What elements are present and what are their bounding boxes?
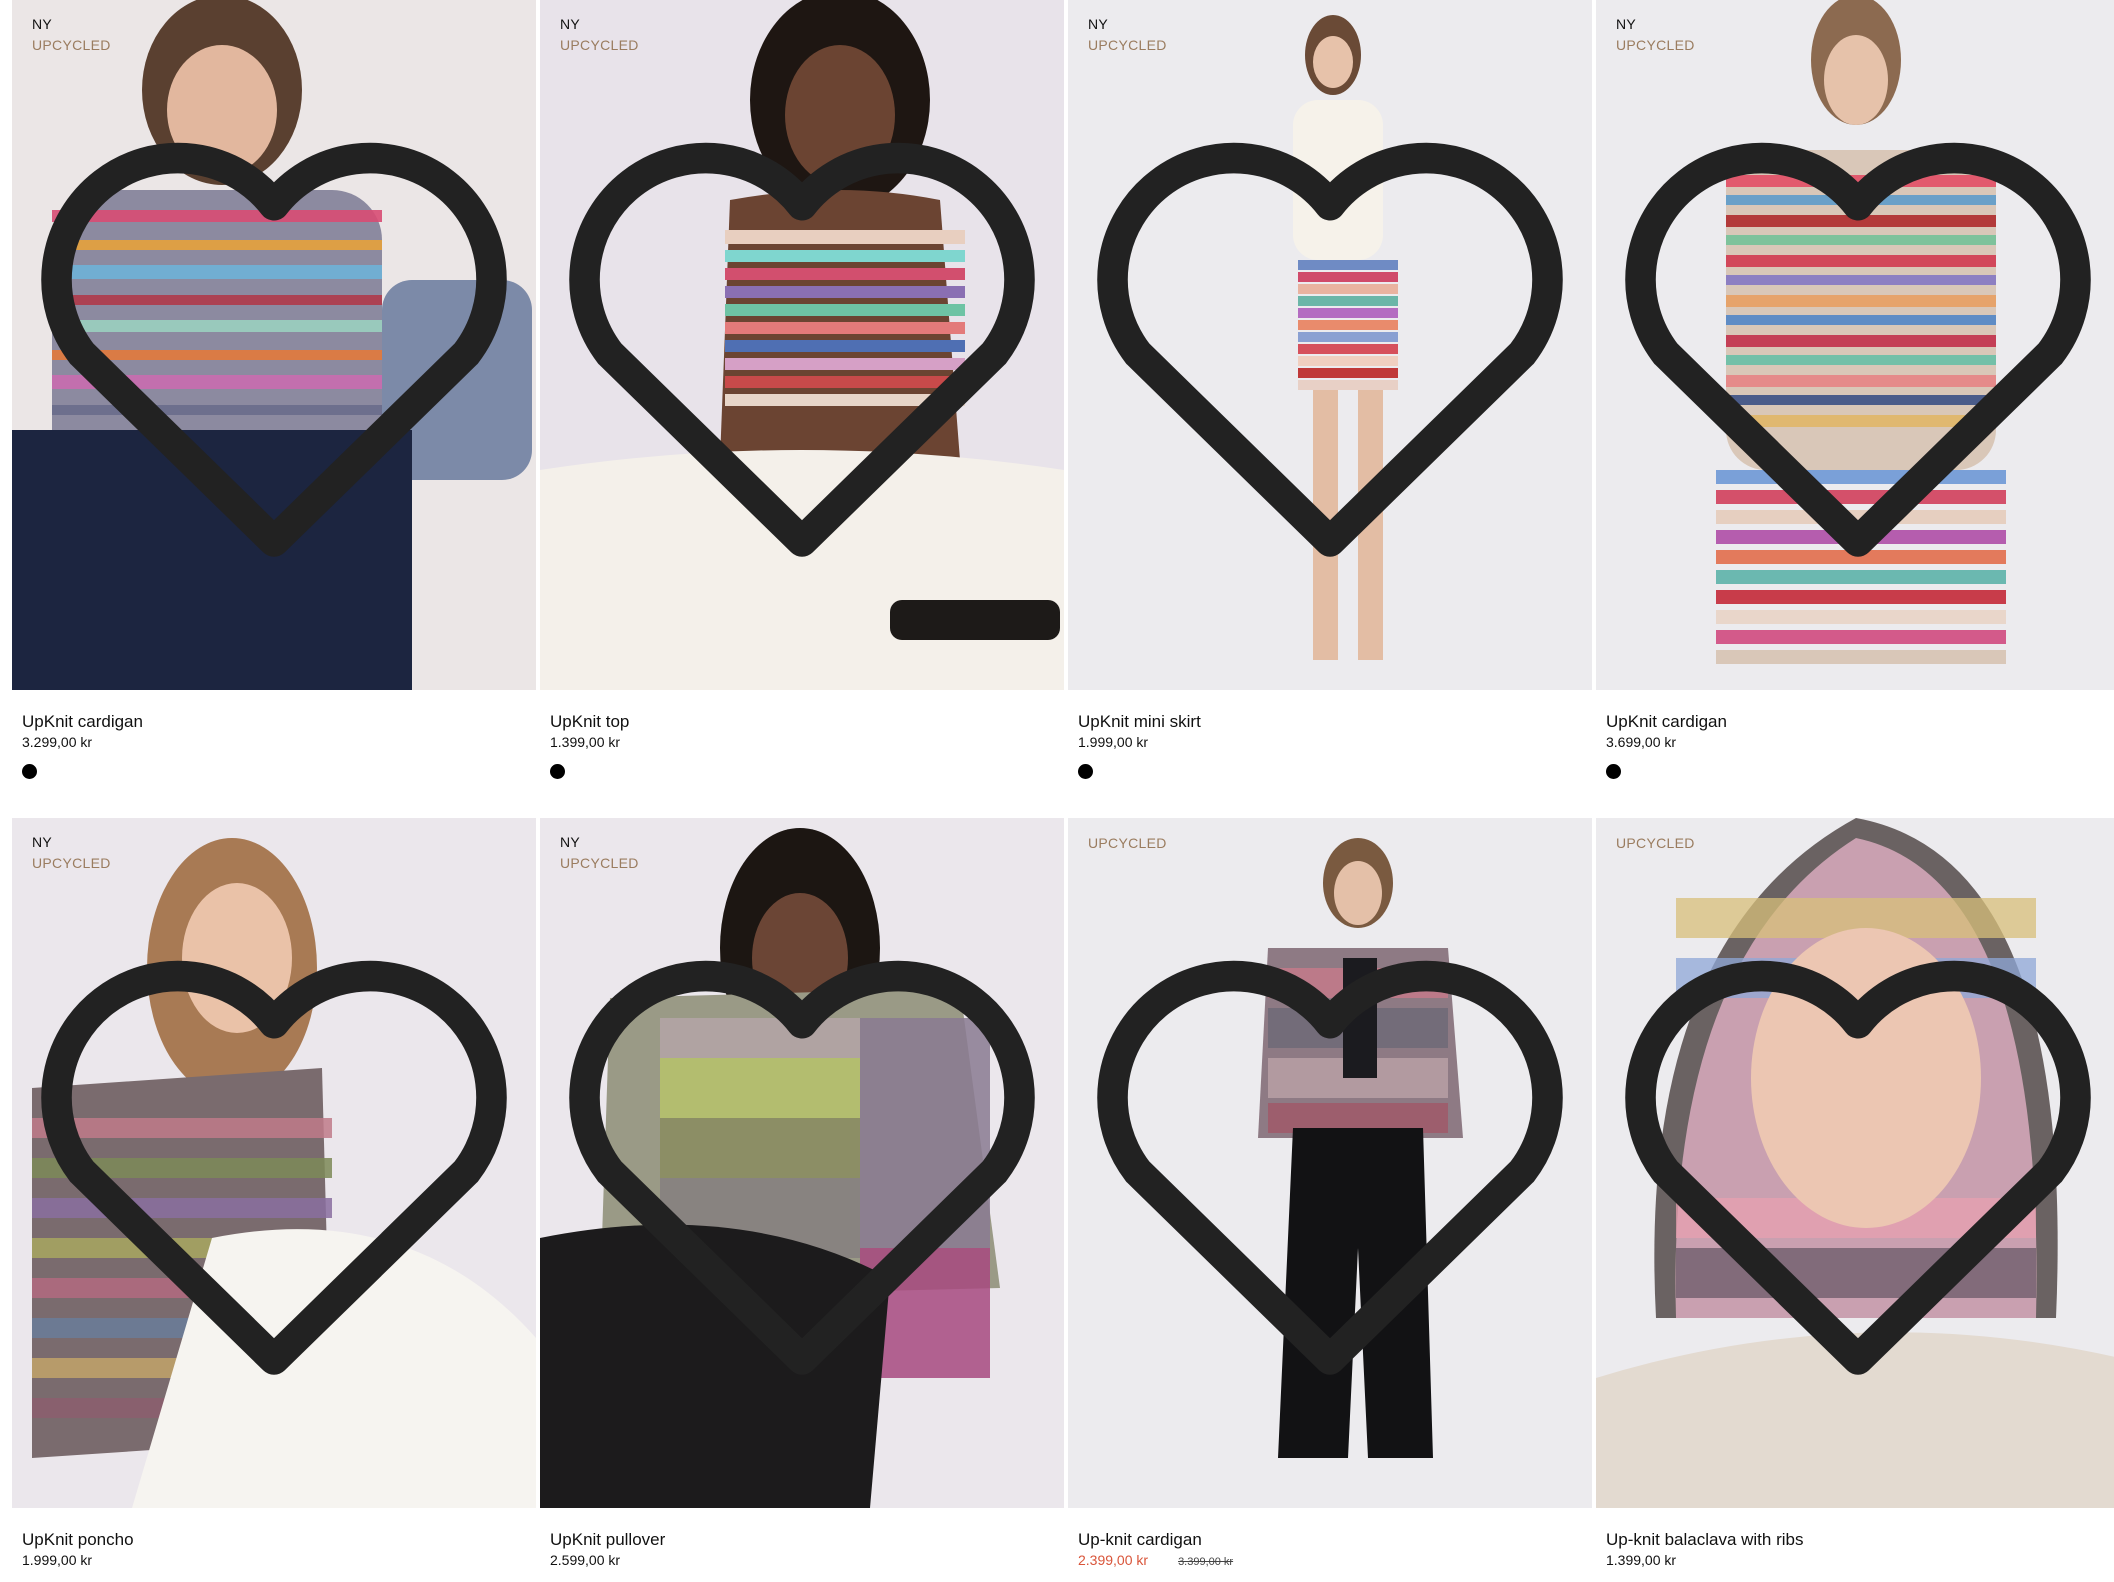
color-swatch[interactable] — [1606, 764, 1621, 779]
product-name[interactable]: UpKnit top — [550, 712, 1064, 732]
product-image[interactable]: NY UPCYCLED — [1068, 0, 1592, 690]
product-card[interactable]: NY UPCYCLED UpKnit mini skirt 1.999,00 k… — [1068, 0, 1592, 779]
product-original-price: 3.399,00 kr — [1178, 1556, 1234, 1568]
product-name[interactable]: UpKnit poncho — [22, 1530, 536, 1550]
product-card[interactable]: UPCYCLED Up-knit cardigan 2.399,00 kr 3.… — [1068, 818, 1592, 1569]
product-name[interactable]: UpKnit cardigan — [22, 712, 536, 732]
product-image[interactable]: UPCYCLED — [1068, 818, 1592, 1508]
color-swatch[interactable] — [550, 764, 565, 779]
product-grid: NY UPCYCLED UpKnit cardigan 3.299,00 kr — [12, 0, 2114, 1582]
heart-outline-icon[interactable] — [540, 0, 1064, 690]
price-group: 2.399,00 kr 3.399,00 kr — [1078, 1550, 1592, 1569]
product-card[interactable]: NY UPCYCLED UpKnit cardigan 3.699,00 kr — [1596, 0, 2114, 779]
product-image[interactable]: NY UPCYCLED — [12, 0, 536, 690]
product-image[interactable]: NY UPCYCLED — [1596, 0, 2114, 690]
product-sale-price: 2.399,00 kr — [1078, 1552, 1149, 1568]
heart-outline-icon[interactable] — [1596, 0, 2114, 690]
product-price: 1.999,00 kr — [1078, 734, 1149, 750]
heart-outline-icon[interactable] — [12, 818, 536, 1508]
product-name[interactable]: UpKnit mini skirt — [1078, 712, 1592, 732]
heart-outline-icon[interactable] — [540, 818, 1064, 1508]
product-name[interactable]: Up-knit cardigan — [1078, 1530, 1592, 1550]
product-card[interactable]: UPCYCLED Up-knit balaclava with ribs 1.3… — [1596, 818, 2114, 1569]
product-image[interactable]: NY UPCYCLED — [12, 818, 536, 1508]
product-price: 1.399,00 kr — [1606, 1552, 1677, 1568]
heart-outline-icon[interactable] — [1068, 0, 1592, 690]
product-name[interactable]: Up-knit balaclava with ribs — [1606, 1530, 2114, 1550]
color-swatch[interactable] — [22, 764, 37, 779]
heart-outline-icon[interactable] — [12, 0, 536, 690]
product-image[interactable]: NY UPCYCLED — [540, 818, 1064, 1508]
product-image[interactable]: UPCYCLED — [1596, 818, 2114, 1508]
color-swatch[interactable] — [1078, 764, 1093, 779]
product-price: 1.399,00 kr — [550, 734, 621, 750]
product-price: 2.599,00 kr — [550, 1552, 621, 1568]
product-name[interactable]: UpKnit cardigan — [1606, 712, 2114, 732]
product-image[interactable]: NY UPCYCLED — [540, 0, 1064, 690]
heart-outline-icon[interactable] — [1596, 818, 2114, 1508]
product-card[interactable]: NY UPCYCLED UpKnit top 1.399,00 kr — [540, 0, 1064, 779]
product-price: 3.699,00 kr — [1606, 734, 1677, 750]
product-card[interactable]: NY UPCYCLED UpKnit cardigan 3.299,00 kr — [12, 0, 536, 779]
product-card[interactable]: NY UPCYCLED UpKnit pullover 2.599,00 kr — [540, 818, 1064, 1569]
product-price: 3.299,00 kr — [22, 734, 93, 750]
product-card[interactable]: NY UPCYCLED UpKnit poncho 1.999,00 kr — [12, 818, 536, 1569]
product-name[interactable]: UpKnit pullover — [550, 1530, 1064, 1550]
heart-outline-icon[interactable] — [1068, 818, 1592, 1508]
product-price: 1.999,00 kr — [22, 1552, 93, 1568]
